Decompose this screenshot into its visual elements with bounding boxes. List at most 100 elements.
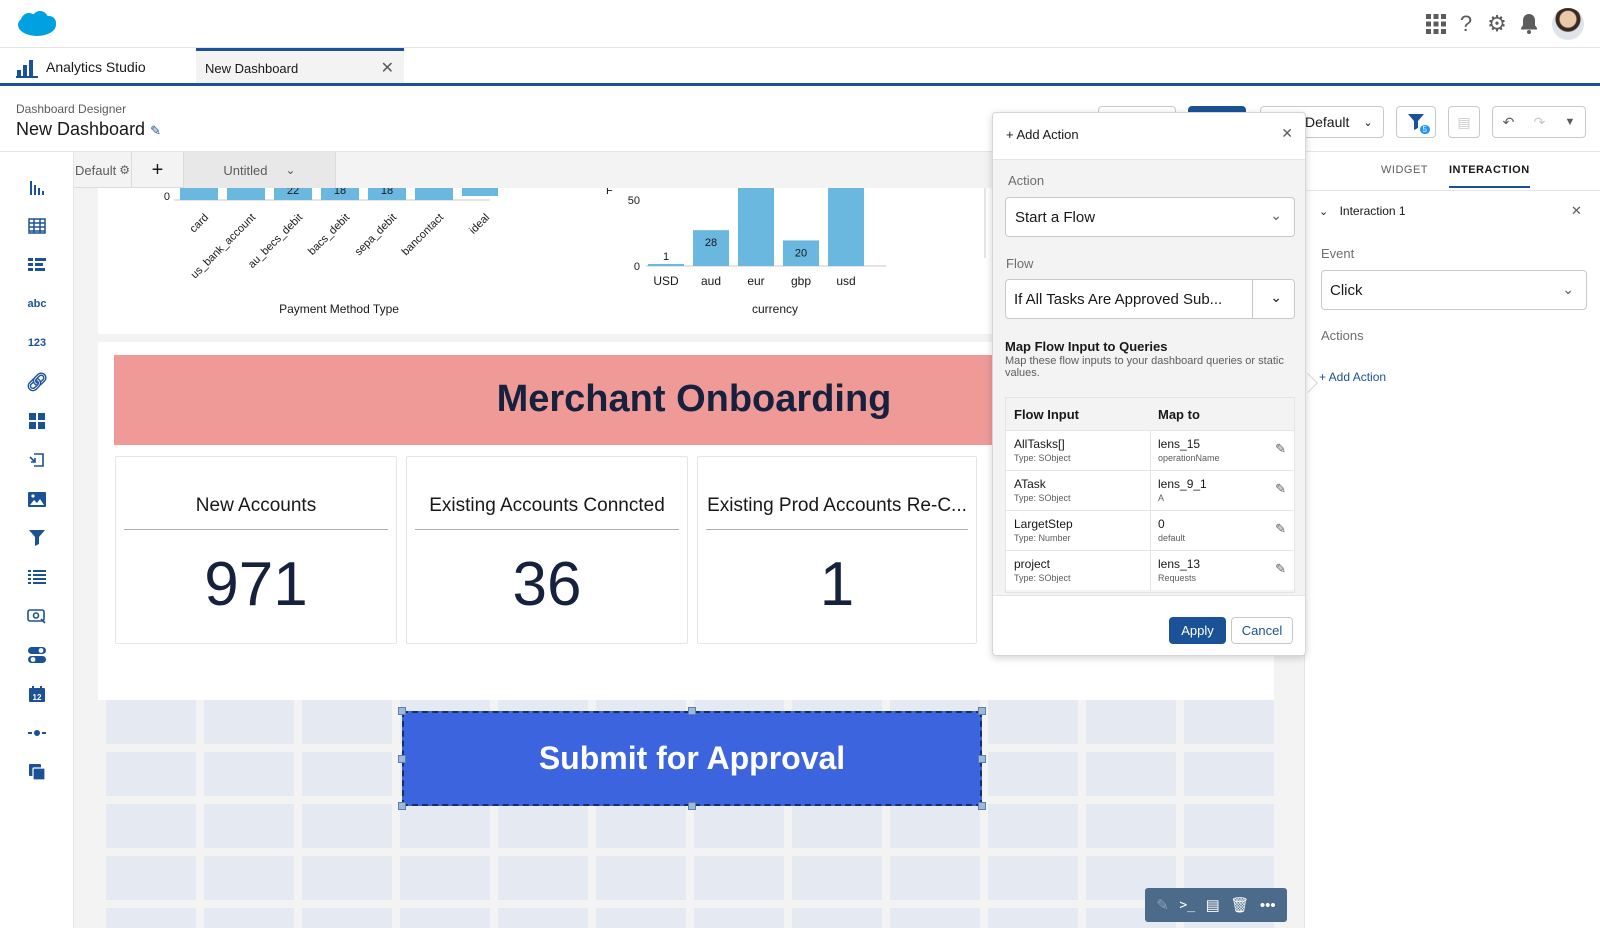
- chevron-down-icon[interactable]: ⌄: [286, 163, 296, 177]
- add-action-link[interactable]: + Add Action: [1319, 370, 1386, 384]
- more-icon[interactable]: •••: [1260, 897, 1276, 914]
- toggle-widget-icon[interactable]: [26, 644, 48, 666]
- filter-button[interactable]: 5: [1396, 106, 1436, 138]
- chart-widget-icon[interactable]: [26, 176, 48, 198]
- edit-icon[interactable]: ✎: [1275, 441, 1286, 457]
- dashboard-title: New Dashboard: [16, 119, 146, 139]
- table-row[interactable]: project Type: SObject lens_13 Requests ✎: [1006, 550, 1294, 591]
- resize-handle[interactable]: [688, 802, 696, 810]
- close-icon[interactable]: ✕: [1571, 203, 1582, 219]
- edit-icon[interactable]: ✎: [1156, 896, 1169, 914]
- resize-handle[interactable]: [978, 707, 986, 715]
- grid-cell: [302, 752, 392, 796]
- resize-handle[interactable]: [398, 802, 406, 810]
- layers-widget-icon[interactable]: [26, 761, 48, 783]
- grid-cell: [1184, 752, 1274, 796]
- x-tick-label: ideal: [467, 212, 492, 237]
- table-row[interactable]: AllTasks[] Type: SObject lens_15 operation…: [1006, 430, 1294, 471]
- clipboard-icon[interactable]: ▤: [1206, 896, 1220, 914]
- grid-cell: [302, 908, 392, 928]
- x-tick-label: aud: [701, 274, 721, 288]
- undo-icon[interactable]: ↶: [1503, 114, 1515, 131]
- edit-title-icon[interactable]: ✎: [150, 123, 161, 138]
- terminal-icon[interactable]: >_: [1179, 898, 1195, 913]
- chevron-down-icon: ⌄: [1319, 206, 1329, 218]
- grid-cell: [302, 804, 392, 848]
- range-widget-icon[interactable]: [26, 722, 48, 744]
- x-axis-title: Payment Method Type: [279, 302, 399, 316]
- tab-widget[interactable]: WIDGET: [1381, 164, 1428, 176]
- svg-text:12: 12: [33, 693, 42, 702]
- filter-widget-icon[interactable]: [26, 527, 48, 549]
- grid-cell: [890, 908, 980, 928]
- currency-chart[interactable]: F 50 0 1 USD 28 aud eur 20 gbp usd currency: [606, 188, 906, 340]
- payment-method-chart[interactable]: 0cardus_bank_account22au_becs_debit18bac…: [110, 188, 550, 340]
- settings-icon[interactable]: ⚙: [1485, 11, 1509, 36]
- add-page-button[interactable]: +: [132, 152, 184, 188]
- flow-select[interactable]: If All Tasks Are Approved Sub... ⌄: [1005, 279, 1295, 319]
- y-axis-title: F: [606, 188, 613, 197]
- navigation-widget-icon[interactable]: [26, 449, 48, 471]
- link-widget-icon[interactable]: 🔗︎: [26, 371, 49, 393]
- resize-handle[interactable]: [688, 707, 696, 715]
- map-to-value: 0: [1158, 517, 1165, 531]
- image-widget-icon[interactable]: [26, 488, 48, 510]
- close-tab-icon[interactable]: ✕: [381, 58, 394, 78]
- text-widget-icon[interactable]: abc: [26, 293, 48, 315]
- gear-icon[interactable]: ⚙: [119, 163, 130, 177]
- bar-value-label: 18: [334, 188, 346, 197]
- flow-input-name: ATask: [1014, 477, 1046, 491]
- container-widget-icon[interactable]: [26, 410, 48, 432]
- cancel-button[interactable]: Cancel: [1231, 617, 1293, 644]
- salesforce-cloud-logo[interactable]: [16, 10, 58, 38]
- tab-new-dashboard[interactable]: New Dashboard ✕: [196, 48, 404, 83]
- delete-icon[interactable]: 🗑︎: [1230, 896, 1249, 914]
- grid-cell: [400, 908, 490, 928]
- edit-icon[interactable]: ✎: [1275, 481, 1286, 497]
- x-tick-label: usd: [836, 274, 855, 288]
- kpi-card-existing-accounts[interactable]: Existing Accounts Conncted 36: [406, 456, 688, 644]
- table-row[interactable]: ATask Type: SObject lens_9_1 A ✎: [1006, 470, 1294, 511]
- resize-handle[interactable]: [978, 802, 986, 810]
- resize-handle[interactable]: [978, 755, 986, 763]
- clipboard-icon[interactable]: ▤: [1448, 106, 1480, 138]
- kpi-card-prod-accounts[interactable]: Existing Prod Accounts Re-C... 1: [697, 456, 977, 644]
- submit-for-approval-button[interactable]: Submit for Approval: [402, 711, 982, 806]
- tab-interaction[interactable]: INTERACTION: [1449, 164, 1530, 188]
- map-section-title: Map Flow Input to Queries: [1005, 339, 1168, 354]
- interaction-title: Interaction 1: [1339, 204, 1406, 218]
- grid-cell: [694, 908, 784, 928]
- table-row[interactable]: LargetStep Type: Number 0 default ✎: [1006, 510, 1294, 551]
- chevron-down-icon[interactable]: ⌄: [1270, 289, 1282, 306]
- page-tab-untitled[interactable]: Untitled ⌄: [184, 152, 336, 188]
- more-chevron-icon[interactable]: ▼: [1564, 116, 1575, 128]
- close-icon[interactable]: ✕: [1281, 125, 1293, 142]
- kpi-card-new-accounts[interactable]: New Accounts 971: [115, 456, 397, 644]
- list-widget-icon[interactable]: [26, 566, 48, 588]
- help-icon[interactable]: ?: [1454, 11, 1478, 36]
- date-widget-icon[interactable]: 12: [26, 683, 48, 705]
- x-tick-label: bacs_debit: [306, 212, 352, 258]
- notification-icon[interactable]: [1517, 12, 1541, 36]
- bar: [180, 188, 218, 200]
- list-selector-icon[interactable]: [26, 254, 48, 276]
- grid-cell: [694, 856, 784, 900]
- edit-icon[interactable]: ✎: [1275, 561, 1286, 577]
- apply-button[interactable]: Apply: [1169, 617, 1226, 644]
- resize-handle[interactable]: [398, 755, 406, 763]
- resize-handle[interactable]: [398, 707, 406, 715]
- flow-input-type: Type: SObject: [1014, 573, 1071, 583]
- einstein-widget-icon[interactable]: [26, 605, 48, 627]
- table-widget-icon[interactable]: [26, 215, 48, 237]
- bar: [828, 188, 864, 266]
- page-tab-default[interactable]: Default ⚙: [74, 152, 132, 188]
- app-launcher-icon[interactable]: [1424, 12, 1448, 36]
- edit-icon[interactable]: ✎: [1275, 521, 1286, 537]
- number-widget-icon[interactable]: 123: [26, 332, 48, 354]
- event-select[interactable]: Click ⌄: [1321, 270, 1587, 310]
- redo-icon[interactable]: ↷: [1534, 114, 1546, 131]
- interaction-header[interactable]: ⌄ Interaction 1: [1319, 204, 1406, 218]
- grid-cell: [1086, 804, 1176, 848]
- user-avatar[interactable]: [1552, 8, 1584, 40]
- action-select[interactable]: Start a Flow ⌄: [1005, 197, 1295, 237]
